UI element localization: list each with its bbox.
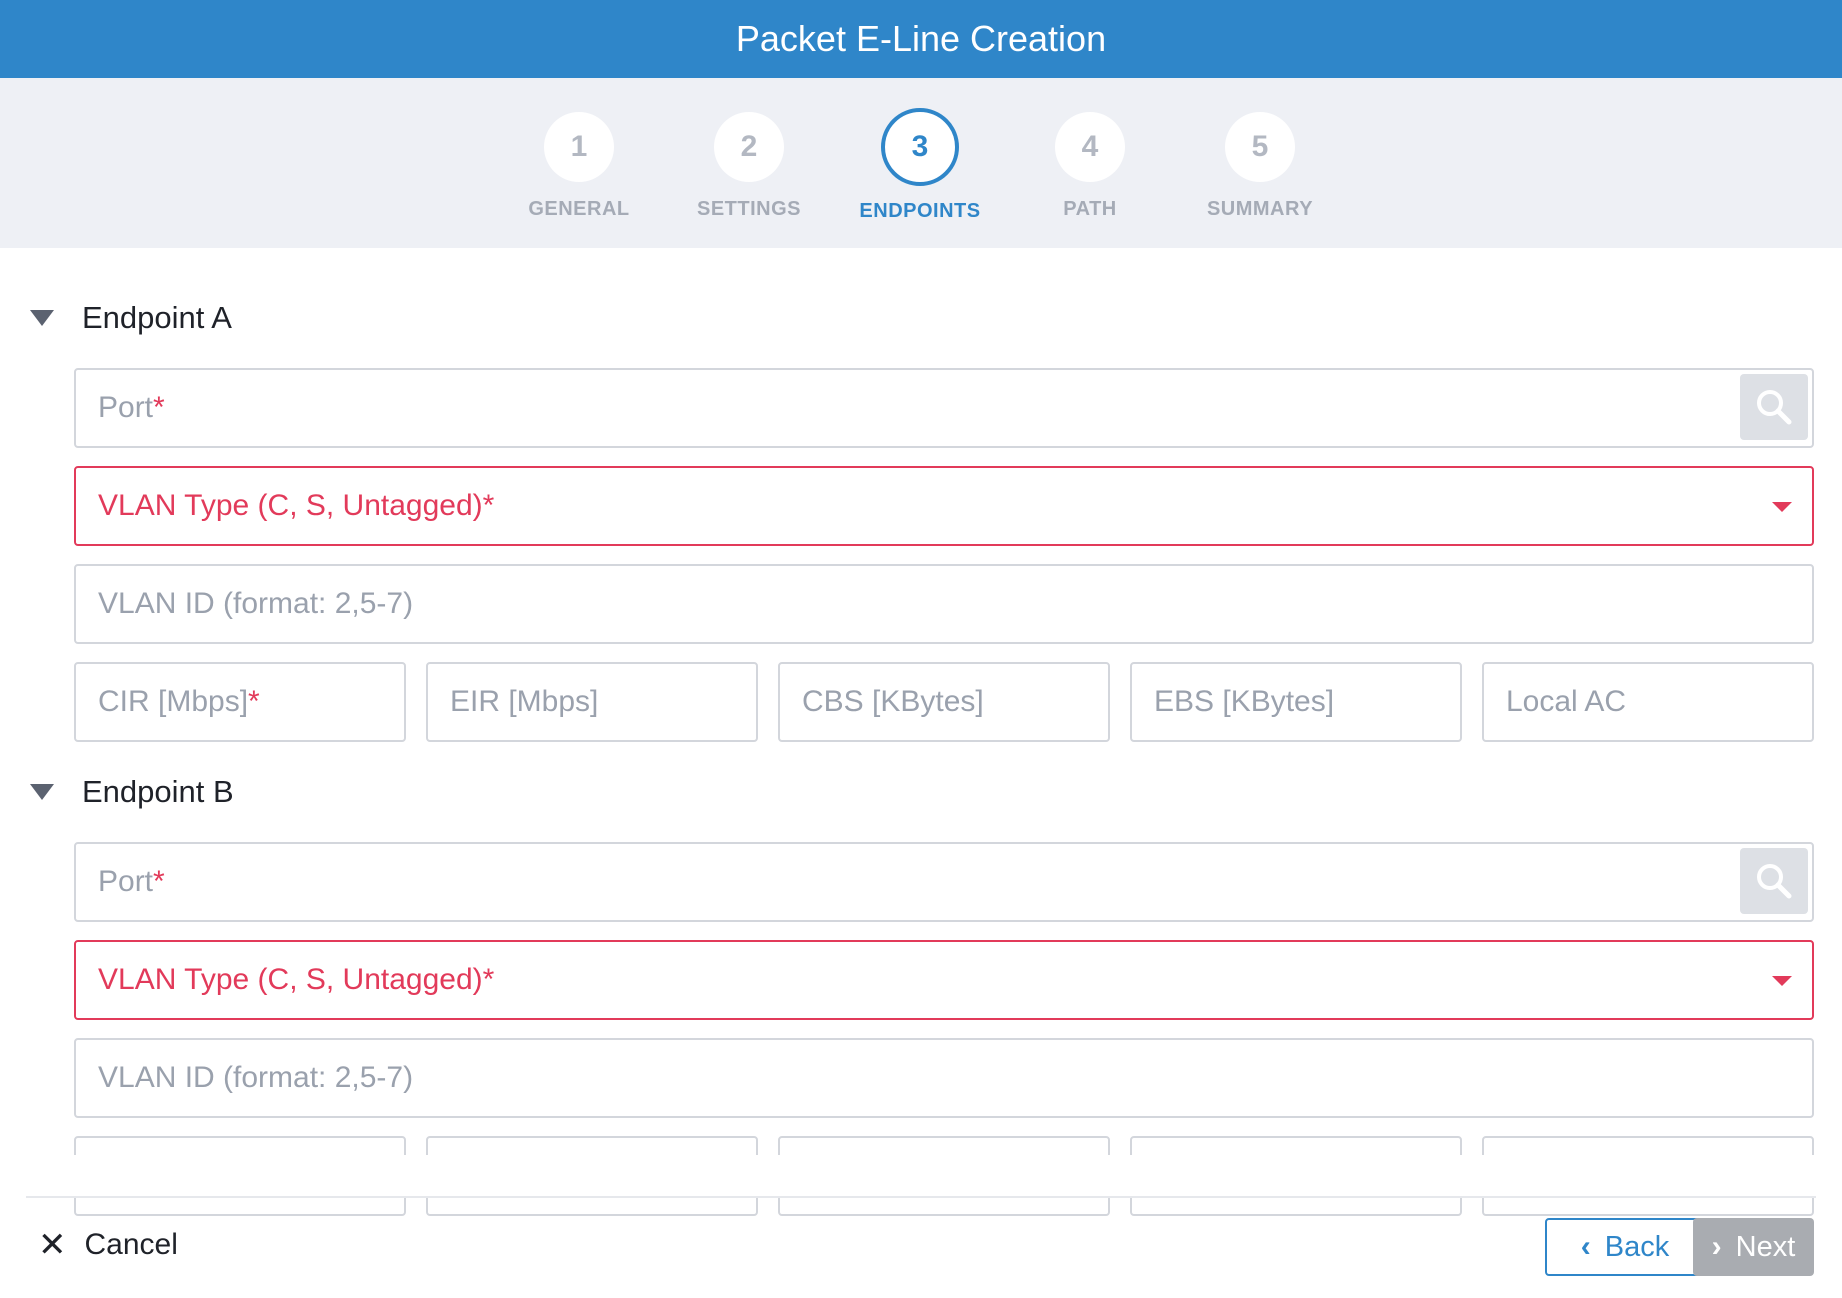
search-icon — [1757, 390, 1792, 425]
dropdown-caret-icon — [1772, 502, 1792, 512]
step-summary[interactable]: 5 SUMMARY — [1175, 112, 1345, 221]
next-button[interactable]: › Next — [1693, 1218, 1814, 1276]
chevron-right-icon: › — [1711, 1230, 1722, 1263]
port-placeholder: Port — [98, 391, 154, 424]
endpoint-a-cir-input[interactable]: CIR [Mbps] * — [74, 662, 406, 742]
step-settings[interactable]: 2 SETTINGS — [664, 112, 834, 221]
cancel-label: Cancel — [84, 1228, 178, 1261]
endpoint-b-title: Endpoint B — [82, 774, 234, 809]
dialog-title-bar: Packet E-Line Creation — [0, 0, 1842, 78]
next-label: Next — [1735, 1230, 1796, 1263]
endpoint-a-port-input[interactable]: Port * — [74, 368, 1814, 448]
endpoint-b-vlan-id-input[interactable]: VLAN ID (format: 2,5-7) — [74, 1038, 1814, 1118]
chevron-left-icon: ‹ — [1580, 1230, 1591, 1263]
step-label: GENERAL — [528, 198, 630, 220]
step-label: SETTINGS — [696, 198, 801, 220]
endpoint-a-cbs-input[interactable]: CBS [KBytes] — [778, 662, 1110, 742]
endpoint-a-port-search-button[interactable] — [1740, 374, 1808, 440]
step-number: 5 — [1225, 112, 1295, 182]
step-number: 3 — [881, 108, 959, 186]
vlan-id-placeholder: VLAN ID (format: 2,5-7) — [98, 587, 414, 620]
endpoint-a-vlan-id-input[interactable]: VLAN ID (format: 2,5-7) — [74, 564, 1814, 644]
step-number: 2 — [714, 112, 784, 182]
endpoint-a-local-ac-input[interactable]: Local AC — [1482, 662, 1814, 742]
back-label: Back — [1604, 1230, 1670, 1263]
step-general[interactable]: 1 GENERAL — [494, 112, 664, 221]
vlan-id-placeholder: VLAN ID (format: 2,5-7) — [98, 1061, 414, 1094]
step-number: 4 — [1055, 112, 1125, 182]
eir-placeholder: EIR [Mbps] — [450, 685, 599, 718]
endpoint-a-title: Endpoint A — [82, 300, 232, 335]
required-mark: * — [153, 391, 165, 424]
vlan-type-placeholder: VLAN Type (C, S, Untagged)* — [98, 489, 495, 522]
ebs-placeholder: EBS [KBytes] — [1154, 685, 1335, 718]
cir-placeholder: CIR [Mbps] — [98, 685, 249, 718]
close-icon: ✕ — [38, 1226, 67, 1264]
cbs-placeholder: CBS [KBytes] — [802, 685, 984, 718]
dialog-title: Packet E-Line Creation — [735, 18, 1107, 59]
step-label: SUMMARY — [1206, 198, 1314, 220]
step-number: 1 — [544, 112, 614, 182]
cancel-button[interactable]: ✕ Cancel — [38, 1228, 178, 1262]
endpoint-b-port-input[interactable]: Port * — [74, 842, 1814, 922]
step-path[interactable]: 4 PATH — [1005, 112, 1175, 221]
step-label: PATH — [1063, 198, 1117, 220]
endpoint-a-eir-input[interactable]: EIR [Mbps] — [426, 662, 758, 742]
endpoint-a-vlan-type-select[interactable]: VLAN Type (C, S, Untagged)* — [74, 466, 1814, 546]
required-mark: * — [248, 685, 260, 718]
search-icon — [1757, 864, 1792, 899]
wizard-stepper: 1 GENERAL 2 SETTINGS 3 ENDPOINTS 4 PATH … — [0, 78, 1842, 248]
vlan-type-placeholder: VLAN Type (C, S, Untagged)* — [98, 963, 495, 996]
step-endpoints[interactable]: 3 ENDPOINTS — [835, 108, 1005, 223]
endpoint-a-toggle[interactable]: Endpoint A — [30, 300, 232, 336]
step-label: ENDPOINTS — [859, 200, 981, 222]
endpoint-b-port-search-button[interactable] — [1740, 848, 1808, 914]
port-placeholder: Port — [98, 865, 154, 898]
collapse-triangle-icon — [30, 310, 54, 326]
dropdown-caret-icon — [1772, 976, 1792, 986]
local-ac-placeholder: Local AC — [1506, 685, 1627, 718]
endpoint-a-ebs-input[interactable]: EBS [KBytes] — [1130, 662, 1462, 742]
required-mark: * — [153, 865, 165, 898]
endpoint-b-toggle[interactable]: Endpoint B — [30, 774, 234, 810]
back-button[interactable]: ‹ Back — [1545, 1218, 1705, 1276]
endpoint-b-vlan-type-select[interactable]: VLAN Type (C, S, Untagged)* — [74, 940, 1814, 1020]
scroll-clip — [0, 1155, 1842, 1196]
collapse-triangle-icon — [30, 784, 54, 800]
footer-divider — [26, 1196, 1816, 1198]
